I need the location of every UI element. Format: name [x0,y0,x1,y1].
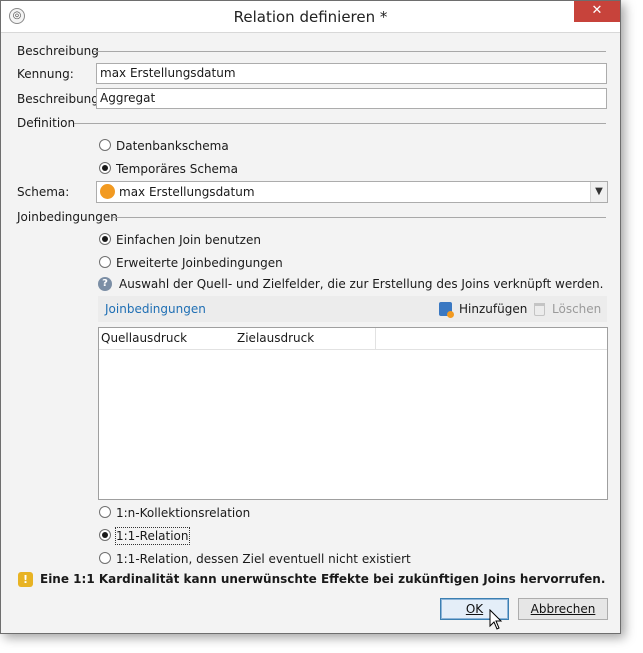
cancel-button[interactable]: Abbrechen [518,598,608,620]
radio-button[interactable] [99,256,111,268]
join-help-text: Auswahl der Quell- und Zielfelder, die z… [119,277,604,291]
radio-label: Einfachen Join benutzen [116,233,261,247]
delete-button: Löschen [552,302,602,316]
column-header-target[interactable]: Zielausdruck [237,331,314,345]
dialog-window: ◎ Relation definieren * ✕ Beschreibung K… [0,0,621,634]
beschreibung-label: Beschreibung: [17,92,103,106]
radio-label: 1:1-Relation [115,527,190,545]
radio-label: 1:n-Kollektionsrelation [116,506,251,520]
schema-select-value: max Erstellungsdatum [119,185,255,199]
kennung-label: Kennung: [17,67,74,81]
warning-icon: ! [18,572,33,587]
trash-icon [534,303,545,316]
radio-button[interactable] [99,233,111,245]
mouse-cursor-icon [489,609,503,630]
join-conditions-link[interactable]: Joinbedingungen [105,302,206,316]
chevron-down-icon[interactable]: ▼ [590,182,607,202]
radio-button[interactable] [99,139,111,151]
add-icon[interactable] [439,302,454,318]
cancel-button-label: Abbrechen [530,602,596,616]
schema-select[interactable]: max Erstellungsdatum ▼ [96,181,608,203]
radio-button[interactable] [99,552,111,564]
radio-label: 1:1-Relation, dessen Ziel eventuell nich… [116,552,411,566]
help-icon: ? [98,277,112,291]
section-divider [74,123,606,124]
section-beschreibung: Beschreibung [17,44,99,58]
title-bar: ◎ Relation definieren * ✕ [1,1,620,33]
radio-button[interactable] [99,162,111,174]
schema-label: Schema: [17,185,70,199]
close-button[interactable]: ✕ [574,1,620,22]
column-header-source[interactable]: Quellausdruck [101,331,187,345]
join-toolbar: Joinbedingungen Hinzufügen Löschen [98,296,607,322]
radio-label: Erweiterte Joinbedingungen [116,256,283,270]
radio-button[interactable] [99,506,111,518]
schema-dot-icon [100,184,115,199]
warning-text: Eine 1:1 Kardinalität kann unerwünschte … [40,572,606,586]
radio-label: Temporäres Schema [116,162,238,176]
column-divider[interactable] [375,328,376,349]
radio-button[interactable] [99,529,111,541]
join-table[interactable]: Quellausdruck Zielausdruck [98,327,608,500]
section-definition: Definition [17,116,76,130]
section-divider [93,51,606,52]
window-title: Relation definieren * [233,8,388,26]
section-joinbedingungen: Joinbedingungen [17,210,118,224]
section-divider [113,217,606,218]
add-button[interactable]: Hinzufügen [459,302,527,316]
kennung-input[interactable]: max Erstellungsdatum [96,63,607,84]
ok-button-label: OK [465,602,484,616]
beschreibung-input[interactable]: Aggregat [96,88,607,109]
radio-label: Datenbankschema [116,139,229,153]
table-header: Quellausdruck Zielausdruck [99,328,607,350]
